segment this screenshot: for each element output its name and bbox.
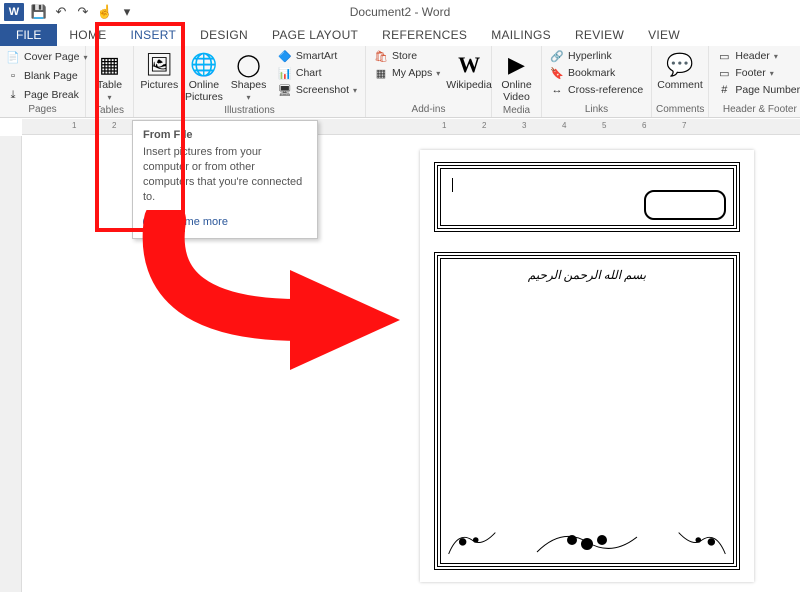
group-header-footer: ▭Header ▾ ▭Footer ▾ #Page Number ▾ Heade… xyxy=(709,46,800,117)
qat-customize-icon[interactable]: ▾ xyxy=(118,3,136,21)
blank-page-icon: ▫ xyxy=(6,69,20,83)
pictures-button[interactable]: 🖼 Pictures xyxy=(138,48,181,94)
bismillah-text: بسم الله الرحمن الرحيم xyxy=(528,268,646,283)
group-media: ▶ Online Video Media xyxy=(492,46,542,117)
group-links: 🔗Hyperlink 🔖Bookmark ↔Cross-reference Li… xyxy=(542,46,652,117)
smartart-button[interactable]: 🔷SmartArt xyxy=(274,48,361,64)
tab-design[interactable]: DESIGN xyxy=(188,24,260,46)
footer-button[interactable]: ▭Footer ▾ xyxy=(713,65,800,81)
cover-page-icon: 📄 xyxy=(6,50,20,64)
header-frame xyxy=(434,162,740,232)
screenshot-button[interactable]: 🖥Screenshot ▾ xyxy=(274,82,361,98)
body-frame: بسم الله الرحمن الرحيم xyxy=(434,252,740,570)
footer-icon: ▭ xyxy=(717,66,731,80)
word-app-icon: W xyxy=(4,3,24,21)
header-rounded-box xyxy=(644,190,726,220)
table-icon: ▦ xyxy=(95,50,125,80)
pictures-tooltip: From File Insert pictures from your comp… xyxy=(132,120,318,239)
save-icon[interactable]: 💾 xyxy=(30,3,48,21)
cross-reference-button[interactable]: ↔Cross-reference xyxy=(546,82,647,98)
wikipedia-button[interactable]: W Wikipedia xyxy=(446,48,492,94)
group-label-comments: Comments xyxy=(656,104,704,116)
group-label-header-footer: Header & Footer xyxy=(713,104,800,116)
table-button[interactable]: ▦ Table▾ xyxy=(90,48,129,105)
group-label-addins: Add-ins xyxy=(370,104,487,116)
page-number-icon: # xyxy=(717,83,731,97)
vertical-ruler xyxy=(0,136,22,592)
bookmark-icon: 🔖 xyxy=(550,66,564,80)
hyperlink-icon: 🔗 xyxy=(550,49,564,63)
my-apps-button[interactable]: ▦My Apps ▾ xyxy=(370,65,444,81)
flourish-bottom-center xyxy=(532,522,642,562)
group-tables: ▦ Table▾ Tables xyxy=(86,46,134,117)
text-cursor xyxy=(452,178,453,192)
page-number-button[interactable]: #Page Number ▾ xyxy=(713,82,800,98)
comment-icon: 💬 xyxy=(665,50,695,80)
shapes-button[interactable]: ◯ Shapes▾ xyxy=(227,48,270,105)
page-break-icon: ⤓ xyxy=(6,88,20,102)
touch-mode-icon[interactable]: ☝ xyxy=(96,3,114,21)
flourish-bottom-right xyxy=(674,520,730,560)
undo-icon[interactable]: ↶ xyxy=(52,3,70,21)
online-video-icon: ▶ xyxy=(502,50,532,80)
comment-button[interactable]: 💬 Comment xyxy=(656,48,704,94)
chart-button[interactable]: 📊Chart xyxy=(274,65,361,81)
tell-me-more-link[interactable]: Tell me more xyxy=(143,214,307,230)
tab-insert[interactable]: INSERT xyxy=(119,24,189,46)
store-icon: 🛍 xyxy=(374,49,388,63)
tab-home[interactable]: HOME xyxy=(57,24,118,46)
hyperlink-button[interactable]: 🔗Hyperlink xyxy=(546,48,647,64)
tooltip-title: From File xyxy=(143,129,307,141)
my-apps-icon: ▦ xyxy=(374,66,388,80)
redo-icon[interactable]: ↷ xyxy=(74,3,92,21)
group-label-media: Media xyxy=(496,105,537,117)
online-video-button[interactable]: ▶ Online Video xyxy=(496,48,537,105)
file-tab[interactable]: FILE xyxy=(0,24,57,46)
cross-reference-icon: ↔ xyxy=(550,83,564,97)
titlebar: W 💾 ↶ ↷ ☝ ▾ Document2 - Word xyxy=(0,0,800,24)
group-comments: 💬 Comment Comments xyxy=(652,46,709,117)
smartart-icon: 🔷 xyxy=(278,49,292,63)
ribbon: 📄Cover Page ▾ ▫Blank Page ⤓Page Break Pa… xyxy=(0,46,800,118)
quick-access-toolbar: 💾 ↶ ↷ ☝ ▾ xyxy=(30,3,136,21)
wikipedia-icon: W xyxy=(454,50,484,80)
flourish-bottom-left xyxy=(444,520,500,560)
tab-references[interactable]: REFERENCES xyxy=(370,24,479,46)
group-label-links: Links xyxy=(546,104,647,116)
ribbon-tabs: FILE HOME INSERT DESIGN PAGE LAYOUT REFE… xyxy=(0,24,800,46)
tab-page-layout[interactable]: PAGE LAYOUT xyxy=(260,24,370,46)
chart-icon: 📊 xyxy=(278,66,292,80)
group-label-illustrations: Illustrations xyxy=(138,105,361,117)
bookmark-button[interactable]: 🔖Bookmark xyxy=(546,65,647,81)
group-illustrations: 🖼 Pictures 🌐 Online Pictures ◯ Shapes▾ 🔷… xyxy=(134,46,366,117)
blank-page-button[interactable]: ▫Blank Page xyxy=(4,67,89,85)
tab-review[interactable]: REVIEW xyxy=(563,24,636,46)
pictures-icon: 🖼 xyxy=(144,50,174,80)
group-addins: 🛍Store ▦My Apps ▾ W Wikipedia Add-ins xyxy=(366,46,492,117)
page-break-button[interactable]: ⤓Page Break xyxy=(4,86,89,104)
screenshot-icon: 🖥 xyxy=(278,83,292,97)
tooltip-body: Insert pictures from your computer or fr… xyxy=(143,145,307,204)
window-title: Document2 - Word xyxy=(350,5,450,19)
shapes-icon: ◯ xyxy=(234,50,264,80)
tab-mailings[interactable]: MAILINGS xyxy=(479,24,563,46)
header-button[interactable]: ▭Header ▾ xyxy=(713,48,800,64)
group-label-tables: Tables xyxy=(90,105,129,117)
group-pages: 📄Cover Page ▾ ▫Blank Page ⤓Page Break Pa… xyxy=(0,46,86,117)
tab-view[interactable]: VIEW xyxy=(636,24,692,46)
online-pictures-icon: 🌐 xyxy=(189,50,219,80)
store-button[interactable]: 🛍Store xyxy=(370,48,444,64)
group-label-pages: Pages xyxy=(4,104,81,116)
document-page: بسم الله الرحمن الرحيم xyxy=(420,150,754,582)
online-pictures-button[interactable]: 🌐 Online Pictures xyxy=(183,48,226,105)
cover-page-button[interactable]: 📄Cover Page ▾ xyxy=(4,48,89,66)
header-icon: ▭ xyxy=(717,49,731,63)
